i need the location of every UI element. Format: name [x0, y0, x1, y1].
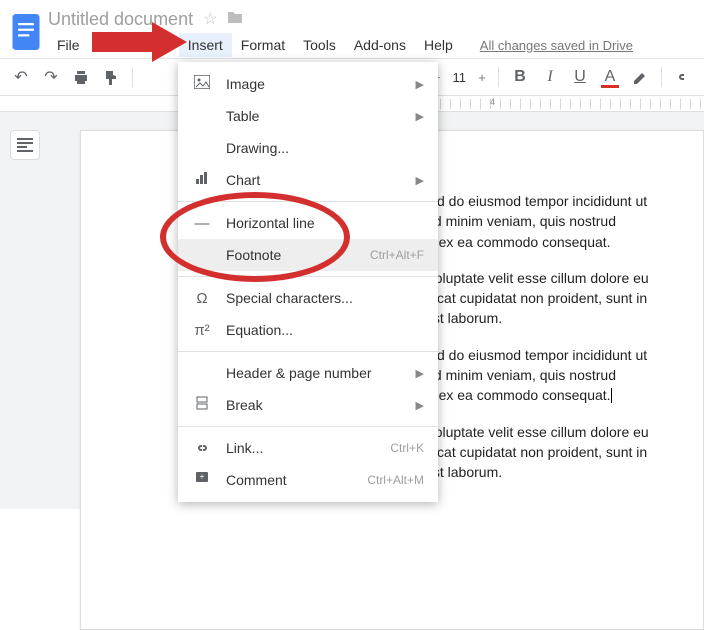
ruler-tick-4: 4 — [490, 97, 495, 107]
menu-item-chart[interactable]: Chart ▶ — [178, 164, 438, 196]
submenu-arrow-icon: ▶ — [416, 110, 424, 123]
menu-item-special-characters[interactable]: Ω Special characters... — [178, 282, 438, 314]
image-icon — [192, 75, 212, 93]
italic-button[interactable]: I — [537, 64, 563, 90]
highlight-icon[interactable] — [627, 64, 653, 90]
equation-icon: π² — [192, 322, 212, 339]
menu-item-image[interactable]: Image ▶ — [178, 68, 438, 100]
menu-item-link[interactable]: Link... Ctrl+K — [178, 432, 438, 464]
menu-item-equation[interactable]: π² Equation... — [178, 314, 438, 346]
underline-button[interactable]: U — [567, 64, 593, 90]
menu-addons[interactable]: Add-ons — [345, 33, 415, 57]
menu-format[interactable]: Format — [232, 33, 294, 57]
insert-menu-dropdown: Image ▶ Table ▶ Drawing... Chart ▶ — Hor… — [178, 62, 438, 502]
link-icon — [192, 440, 212, 457]
shortcut-label: Ctrl+Alt+F — [370, 248, 424, 262]
break-icon — [192, 396, 212, 414]
save-status[interactable]: All changes saved in Drive — [480, 38, 633, 53]
insert-link-toolbar-icon[interactable] — [670, 64, 696, 90]
star-icon[interactable]: ☆ — [203, 9, 217, 29]
submenu-arrow-icon: ▶ — [416, 399, 424, 412]
shortcut-label: Ctrl+K — [390, 441, 424, 455]
submenu-arrow-icon: ▶ — [416, 78, 424, 91]
paint-format-icon[interactable] — [98, 64, 124, 90]
chart-icon — [192, 171, 212, 189]
menu-item-footnote[interactable]: Footnote Ctrl+Alt+F — [178, 239, 438, 271]
move-folder-icon[interactable] — [227, 10, 243, 29]
text-cursor — [611, 388, 612, 403]
submenu-arrow-icon: ▶ — [416, 174, 424, 187]
font-size-value[interactable]: 11 — [447, 70, 473, 85]
comment-icon: + — [192, 471, 212, 489]
menu-divider — [178, 201, 438, 202]
menu-tools[interactable]: Tools — [294, 33, 345, 57]
outline-toggle-icon[interactable] — [10, 130, 40, 160]
menu-divider — [178, 426, 438, 427]
shortcut-label: Ctrl+Alt+M — [367, 473, 424, 487]
menu-item-comment[interactable]: + Comment Ctrl+Alt+M — [178, 464, 438, 496]
menu-help[interactable]: Help — [415, 33, 462, 57]
text-color-button[interactable]: A — [597, 64, 623, 90]
menu-divider — [178, 276, 438, 277]
menu-item-table[interactable]: Table ▶ — [178, 100, 438, 132]
redo-icon[interactable]: ↷ — [38, 64, 64, 90]
hline-icon: — — [192, 215, 212, 232]
menu-file[interactable]: File — [48, 33, 89, 57]
submenu-arrow-icon: ▶ — [416, 367, 424, 380]
menu-item-header-page-number[interactable]: Header & page number ▶ — [178, 357, 438, 389]
omega-icon: Ω — [192, 290, 212, 307]
annotation-red-arrow — [92, 22, 187, 67]
print-icon[interactable] — [68, 64, 94, 90]
docs-logo-icon[interactable] — [8, 8, 44, 56]
undo-icon[interactable]: ↶ — [8, 64, 34, 90]
menu-item-drawing[interactable]: Drawing... — [178, 132, 438, 164]
menu-divider — [178, 351, 438, 352]
bold-button[interactable]: B — [507, 64, 533, 90]
font-size-increase-icon[interactable]: + — [474, 70, 490, 85]
svg-text:+: + — [200, 472, 205, 481]
menu-item-horizontal-line[interactable]: — Horizontal line — [178, 207, 438, 239]
menu-item-break[interactable]: Break ▶ — [178, 389, 438, 421]
